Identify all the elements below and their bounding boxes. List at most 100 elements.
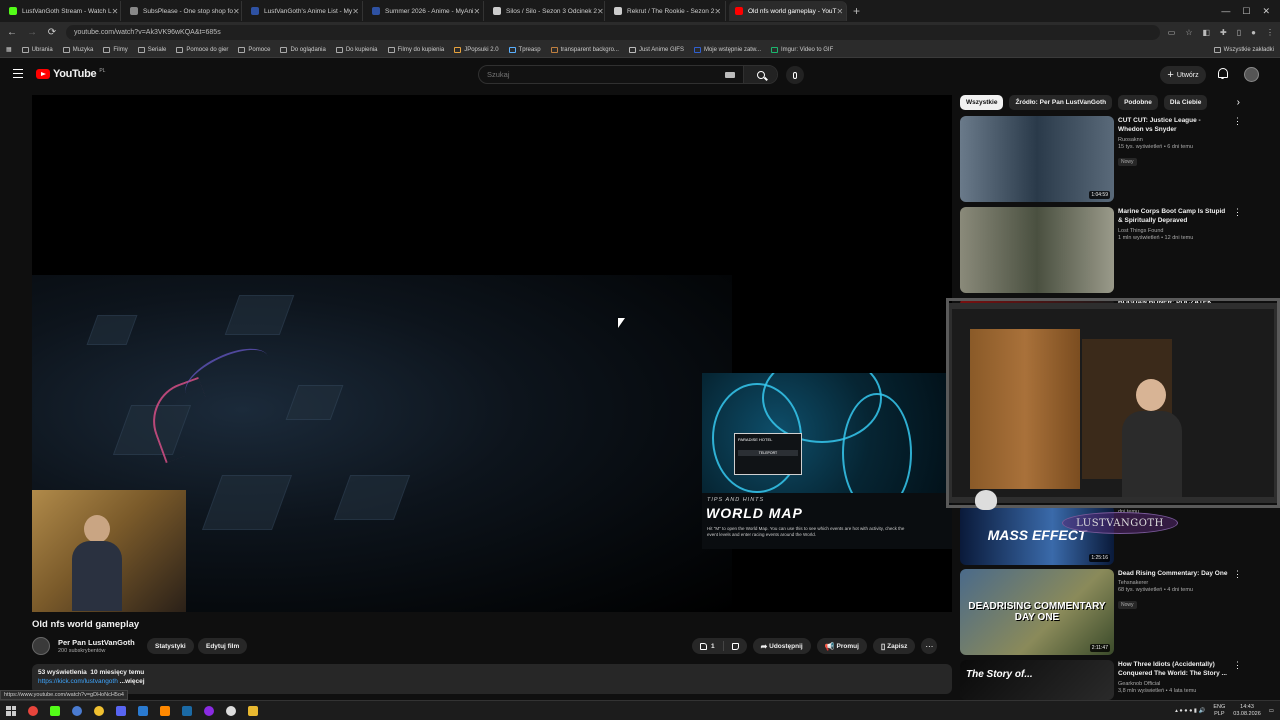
bookmark-item[interactable]: Do oglądania <box>280 46 326 53</box>
bookmark-item[interactable]: Pomoce do gier <box>176 46 228 53</box>
rec-channel[interactable]: Tehsnakerer <box>1118 580 1228 586</box>
youtube-logo[interactable]: YouTube PL <box>36 68 105 80</box>
bookmark-item[interactable]: Ubrania <box>21 46 53 53</box>
bookmark-item[interactable]: Do kupienia <box>335 46 378 53</box>
store-icon[interactable] <box>138 705 148 716</box>
kebab-menu-icon[interactable]: ⋮ <box>1233 660 1242 671</box>
bookmark-item[interactable]: Moje wstępnie zatw... <box>693 46 761 53</box>
bookmark-item[interactable]: transparent backgro... <box>550 46 619 53</box>
show-more-link[interactable]: ...więcej <box>120 678 145 685</box>
rec-title[interactable]: CUT CUT: Justice League - Whedon vs Snyd… <box>1118 116 1228 135</box>
video-thumbnail[interactable] <box>960 207 1114 293</box>
apps-icon[interactable]: ▦ <box>6 46 12 53</box>
windows-start-icon[interactable] <box>6 705 16 716</box>
voice-search-button[interactable] <box>786 66 804 84</box>
profile-icon[interactable]: ● <box>1251 28 1256 37</box>
video-thumbnail[interactable]: DEADRISING COMMENTARY DAY ONE 2:11:47 <box>960 569 1114 655</box>
all-bookmarks[interactable]: Wszystkie zakładki <box>1213 46 1274 53</box>
recommendation-item[interactable]: Marine Corps Boot Camp Is Stupid & Spiri… <box>960 207 1245 293</box>
close-window-icon[interactable]: ✕ <box>1262 6 1270 17</box>
kick-icon[interactable] <box>50 705 60 716</box>
forward-icon[interactable]: → <box>26 27 38 38</box>
video-thumbnail[interactable]: The Story of... <box>960 660 1114 700</box>
close-icon[interactable]: ✕ <box>352 7 359 16</box>
new-tab-button[interactable]: + <box>853 4 869 18</box>
browser-tab[interactable]: LustVanGoth's Anime List - My ✕ <box>245 1 363 21</box>
channel-name[interactable]: Per Pan LustVanGoth <box>58 638 135 647</box>
rec-title[interactable]: Marine Corps Boot Camp Is Stupid & Spiri… <box>1118 207 1228 226</box>
clock[interactable]: 14:43 03.08.2026 <box>1233 704 1261 717</box>
rec-title[interactable]: How Three Idiots (Accidentally) Conquere… <box>1118 660 1228 679</box>
notifications-bell-icon[interactable] <box>1217 68 1228 79</box>
chip-related[interactable]: Podobne <box>1118 94 1158 110</box>
bookmark-item[interactable]: Filmy do kupienia <box>387 46 444 53</box>
chip-for-you[interactable]: Dla Ciebie <box>1163 94 1208 110</box>
promote-button[interactable]: 📢 Promuj <box>816 638 867 654</box>
puzzle-icon[interactable]: ✚ <box>1220 28 1227 37</box>
edit-video-button[interactable]: Edytuj film <box>198 638 248 654</box>
chrome-icon[interactable] <box>28 705 38 716</box>
extension-icon[interactable]: ◧ <box>1202 28 1210 37</box>
keyboard-icon[interactable] <box>725 71 735 78</box>
share-button[interactable]: ➦ Udostępnij <box>752 638 811 654</box>
channel-avatar[interactable] <box>32 637 50 655</box>
browser-icon[interactable] <box>72 705 82 716</box>
app-icon[interactable] <box>226 705 236 716</box>
more-actions-icon[interactable]: ⋯ <box>921 638 938 654</box>
dislike-button[interactable] <box>724 638 747 654</box>
rec-channel[interactable]: Lost Things Found <box>1118 228 1228 234</box>
video-player[interactable]: PARADISE HOTEL TELEPORT TIPS AND HINTS W… <box>32 95 952 612</box>
browser-tab[interactable]: Silos / Silo - Sezon 3 Odcinek 2 ✕ <box>487 1 605 21</box>
chip-source[interactable]: Źródło: Per Pan LustVanGoth <box>1009 94 1113 110</box>
notification-icon[interactable]: ▭ <box>1269 708 1274 714</box>
search-input[interactable] <box>479 70 725 79</box>
browser-tab-active[interactable]: Old nfs world gameplay - YouT ✕ <box>729 1 847 21</box>
close-icon[interactable]: ✕ <box>474 7 481 16</box>
rec-channel[interactable]: Ruosaknn <box>1118 137 1228 143</box>
search-button[interactable] <box>743 66 777 83</box>
folder-icon[interactable] <box>248 705 258 716</box>
rec-channel[interactable]: Gearknob Official <box>1118 681 1228 687</box>
recommendation-item[interactable]: DEADRISING COMMENTARY DAY ONE 2:11:47 Dea… <box>960 569 1245 655</box>
account-avatar[interactable] <box>1244 67 1259 82</box>
language-indicator[interactable]: ENG PLP <box>1213 704 1225 717</box>
description-box[interactable]: 53 wyświetlenia 10 miesięcy temu https:/… <box>32 664 952 694</box>
bookmark-item[interactable]: Pomoce <box>238 46 270 53</box>
sidepanel-icon[interactable]: ▯ <box>1237 28 1241 37</box>
steam-icon[interactable] <box>182 705 192 716</box>
close-icon[interactable]: ✕ <box>837 7 844 16</box>
app-icon[interactable] <box>94 705 104 716</box>
bookmark-item[interactable]: JPopsuki 2.0 <box>454 46 499 53</box>
like-button[interactable]: 1 <box>692 638 723 654</box>
chip-all[interactable]: Wszystkie <box>960 94 1004 110</box>
bookmark-item[interactable]: Seriale <box>137 46 166 53</box>
tray-icons[interactable]: ▴ ● ● ● ▮ 🔊 <box>1175 708 1205 714</box>
reload-icon[interactable]: ⟳ <box>46 27 58 38</box>
close-icon[interactable]: ✕ <box>597 7 604 16</box>
kebab-menu-icon[interactable]: ⋮ <box>1233 116 1242 127</box>
star-icon[interactable]: ☆ <box>1185 28 1192 37</box>
browser-tab[interactable]: SubsPlease - One stop shop fo ✕ <box>124 1 242 21</box>
vlc-icon[interactable] <box>160 705 170 716</box>
bookmark-item[interactable]: Filmy <box>103 46 128 53</box>
discord-icon[interactable] <box>116 705 126 716</box>
bookmark-item[interactable]: Tpreasp <box>508 46 541 53</box>
stats-button[interactable]: Statystyki <box>147 638 194 654</box>
save-button[interactable]: ▯ Zapisz <box>872 638 916 654</box>
chevron-right-icon[interactable]: › <box>1237 97 1240 108</box>
description-link[interactable]: https://kick.com/lustvangoth <box>38 678 118 685</box>
browser-tab[interactable]: Rekrut / The Rookie - Sezon 2 ✕ <box>608 1 726 21</box>
hamburger-menu-icon[interactable] <box>13 69 23 78</box>
maximize-icon[interactable]: ☐ <box>1242 6 1250 17</box>
kebab-menu-icon[interactable]: ⋮ <box>1266 28 1274 37</box>
recommendation-item[interactable]: The Story of... How Three Idiots (Accide… <box>960 660 1245 700</box>
cast-icon[interactable]: ▭ <box>1168 28 1176 37</box>
browser-tab[interactable]: LustVanGoth Stream - Watch L ✕ <box>3 1 121 21</box>
close-icon[interactable]: ✕ <box>112 7 119 16</box>
close-icon[interactable]: ✕ <box>714 7 721 16</box>
obs-icon[interactable] <box>204 705 214 716</box>
bookmark-item[interactable]: Just Anime GIFS <box>628 46 684 53</box>
video-thumbnail[interactable]: 1:04:59 <box>960 116 1114 202</box>
bookmark-item[interactable]: Muzyka <box>62 46 93 53</box>
kebab-menu-icon[interactable]: ⋮ <box>1233 569 1242 580</box>
